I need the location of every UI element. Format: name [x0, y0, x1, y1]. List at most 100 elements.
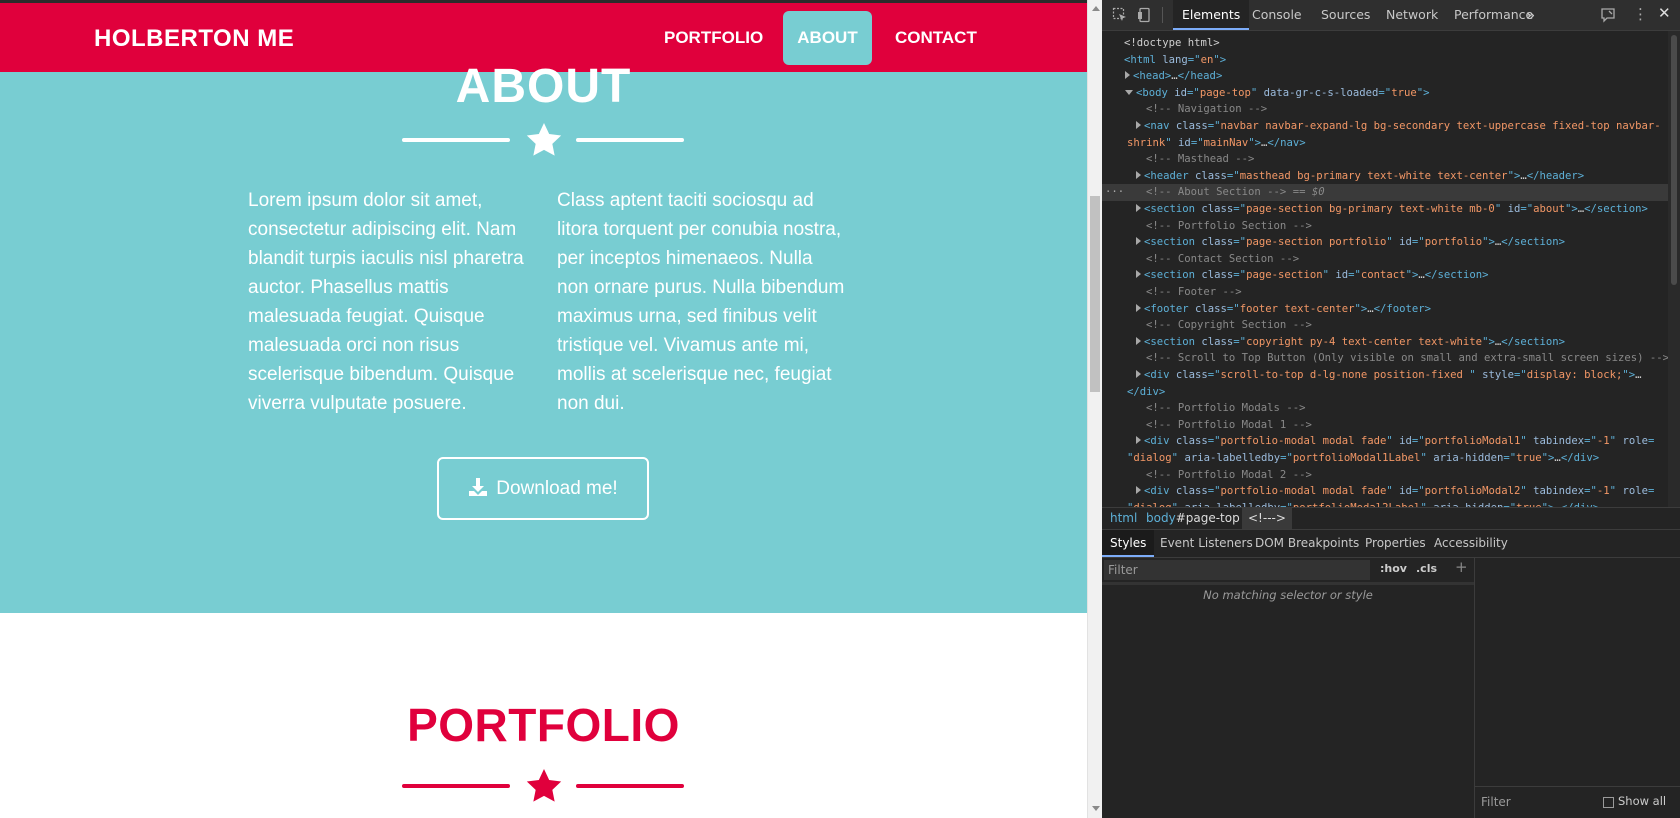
dom-node-line[interactable]: <div class="scroll-to-top d-lg-none posi…	[1102, 367, 1668, 384]
dom-node-markup: <!-- Portfolio Modal 1 -->	[1146, 418, 1312, 431]
show-all-checkbox[interactable]	[1603, 797, 1614, 808]
dom-node-line[interactable]: <div class="portfolio-modal modal fade" …	[1102, 483, 1668, 500]
expand-arrow-closed-icon[interactable]	[1125, 71, 1130, 80]
nav-link-portfolio[interactable]: PORTFOLIO	[649, 11, 778, 65]
dom-node-line[interactable]: <head>…</head>	[1102, 68, 1668, 85]
dom-node-line[interactable]: <nav class="navbar navbar-expand-lg bg-s…	[1102, 118, 1668, 135]
styles-filter-input[interactable]	[1104, 560, 1370, 580]
nav-link-contact[interactable]: CONTACT	[880, 11, 992, 65]
tab-event-listeners[interactable]: Event Listeners	[1152, 530, 1261, 557]
dom-node-line[interactable]: "dialog" aria-labelledby="portfolioModal…	[1102, 450, 1668, 467]
brand-link[interactable]: HOLBERTON ME	[94, 25, 294, 53]
dom-node-line[interactable]: </div>	[1102, 384, 1668, 401]
kebab-menu-icon[interactable]: ⋮	[1633, 5, 1648, 23]
expand-arrow-closed-icon[interactable]	[1136, 486, 1141, 495]
expand-arrow-closed-icon[interactable]	[1136, 370, 1141, 378]
tab-properties[interactable]: Properties	[1357, 530, 1434, 557]
dom-node-line[interactable]: <!-- Scroll to Top Button (Only visible …	[1102, 350, 1668, 367]
styles-tabbar: Styles Event Listeners DOM Breakpoints P…	[1102, 530, 1680, 558]
expand-arrow-closed-icon[interactable]	[1136, 121, 1141, 129]
devtools-panel: Elements Console Sources Network Perform…	[1102, 0, 1680, 818]
breadcrumb-body[interactable]: body#page-top	[1146, 508, 1240, 529]
dom-node-markup: <footer class="footer text-center">…</fo…	[1144, 302, 1432, 315]
dom-node-line[interactable]: <section class="page-section bg-primary …	[1102, 201, 1668, 218]
dom-node-markup: <!-- Portfolio Section -->	[1146, 219, 1312, 232]
tab-elements[interactable]: Elements	[1173, 0, 1250, 30]
computed-filter-input[interactable]	[1477, 793, 1595, 811]
device-toolbar-icon[interactable]	[1137, 7, 1153, 23]
download-button-label: Download me!	[496, 478, 618, 499]
dom-node-line[interactable]: <section class="page-section" id="contac…	[1102, 267, 1668, 284]
expand-arrow-closed-icon[interactable]	[1136, 303, 1141, 312]
feedback-icon[interactable]	[1600, 7, 1616, 23]
tab-styles[interactable]: Styles	[1102, 530, 1155, 557]
tab-accessibility[interactable]: Accessibility	[1426, 530, 1516, 557]
tab-network[interactable]: Network	[1377, 0, 1447, 30]
nav-link-about[interactable]: ABOUT	[783, 11, 872, 65]
expand-arrow-closed-icon[interactable]	[1136, 204, 1141, 212]
expand-arrow-closed-icon[interactable]	[1136, 270, 1141, 279]
tab-console[interactable]: Console	[1243, 0, 1311, 30]
dom-node-line[interactable]: <!-- Portfolio Modal 1 -->	[1102, 417, 1668, 434]
scroll-down-arrow-icon[interactable]	[1092, 806, 1100, 811]
about-section: ABOUT Lorem ipsum dolor sit amet, consec…	[0, 60, 1087, 613]
page-scrollbar[interactable]	[1087, 0, 1102, 818]
dom-node-markup: <body id="page-top" data-gr-c-s-loaded="…	[1136, 86, 1430, 99]
devtools-tabbar: Elements Console Sources Network Perform…	[1102, 0, 1680, 31]
hover-state-button[interactable]: :hov	[1380, 562, 1407, 575]
dom-tree-scrollbar[interactable]	[1668, 31, 1680, 507]
dom-node-line[interactable]: shrink" id="mainNav">…</nav>	[1102, 135, 1668, 152]
about-star-divider	[402, 120, 686, 160]
tab-sources[interactable]: Sources	[1312, 0, 1379, 30]
dom-node-line[interactable]: <footer class="footer text-center">…</fo…	[1102, 301, 1668, 318]
expand-arrow-closed-icon[interactable]	[1136, 336, 1141, 345]
more-tabs-icon[interactable]: »	[1526, 6, 1535, 24]
dom-node-markup: <section class="page-section" id="contac…	[1144, 269, 1489, 282]
download-button[interactable]: Download me!	[437, 457, 649, 520]
inspect-element-icon[interactable]	[1112, 7, 1128, 23]
dom-node-line[interactable]: <!-- About Section --> == $0 ···	[1102, 184, 1668, 201]
dom-node-line[interactable]: <body id="page-top" data-gr-c-s-loaded="…	[1102, 85, 1668, 102]
dom-node-line[interactable]: <!-- Footer -->	[1102, 284, 1668, 301]
dom-node-line[interactable]: <!-- Portfolio Modals -->	[1102, 400, 1668, 417]
portfolio-section: PORTFOLIO	[0, 613, 1087, 818]
dom-node-line[interactable]: "dialog" aria-labelledby="portfolioModal…	[1102, 500, 1668, 507]
divider-line-right	[576, 138, 684, 142]
dom-node-line[interactable]: <html lang="en">	[1102, 52, 1668, 69]
dom-node-line[interactable]: <section class="page-section portfolio" …	[1102, 234, 1668, 251]
dom-node-line[interactable]: <header class="masthead bg-primary text-…	[1102, 168, 1668, 185]
dom-node-line[interactable]: <!-- Portfolio Modal 2 -->	[1102, 467, 1668, 484]
tab-dom-breakpoints[interactable]: DOM Breakpoints	[1247, 530, 1367, 557]
dom-node-markup: <!-- About Section --> == $0	[1146, 186, 1325, 199]
breadcrumb-html[interactable]: html	[1110, 508, 1137, 529]
about-text-left: Lorem ipsum dolor sit amet, consectetur …	[248, 190, 524, 414]
class-toggle-button[interactable]: .cls	[1416, 562, 1437, 575]
toolbar-separator	[1162, 7, 1163, 23]
dom-node-line[interactable]: <!doctype html>	[1102, 35, 1668, 52]
dom-node-markup: <!-- Masthead -->	[1146, 153, 1255, 166]
dom-node-line[interactable]: <!-- Portfolio Section -->	[1102, 218, 1668, 235]
close-icon[interactable]: ✕	[1658, 4, 1671, 22]
divider-line-right	[576, 784, 684, 788]
node-actions-ellipsis-icon[interactable]: ···	[1105, 184, 1124, 201]
page-scroll-thumb[interactable]	[1090, 196, 1100, 392]
new-style-rule-button[interactable]: +	[1455, 558, 1468, 576]
show-all-label: Show all	[1618, 794, 1667, 808]
dom-node-line[interactable]: <!-- Masthead -->	[1102, 151, 1668, 168]
scroll-up-arrow-icon[interactable]	[1092, 6, 1100, 11]
dom-node-markup: <section class="page-section bg-primary …	[1144, 203, 1648, 215]
dom-node-line[interactable]: <section class="copyright py-4 text-cent…	[1102, 334, 1668, 351]
dom-node-line[interactable]: <!-- Navigation -->	[1102, 101, 1668, 118]
breadcrumb-body-tag: body	[1146, 511, 1176, 525]
breadcrumb-comment[interactable]: <!--->	[1242, 508, 1292, 529]
dom-node-markup: <!doctype html>	[1124, 37, 1220, 49]
dom-node-line[interactable]: <!-- Copyright Section -->	[1102, 317, 1668, 334]
computed-pane: Show all	[1475, 558, 1680, 818]
expand-arrow-open-icon[interactable]	[1125, 89, 1133, 95]
dom-node-line[interactable]: <!-- Contact Section -->	[1102, 251, 1668, 268]
dom-tree-scroll-thumb[interactable]	[1671, 35, 1677, 285]
expand-arrow-closed-icon[interactable]	[1136, 170, 1141, 179]
dom-node-line[interactable]: <div class="portfolio-modal modal fade" …	[1102, 433, 1668, 450]
expand-arrow-closed-icon[interactable]	[1136, 436, 1141, 445]
expand-arrow-closed-icon[interactable]	[1136, 237, 1141, 246]
